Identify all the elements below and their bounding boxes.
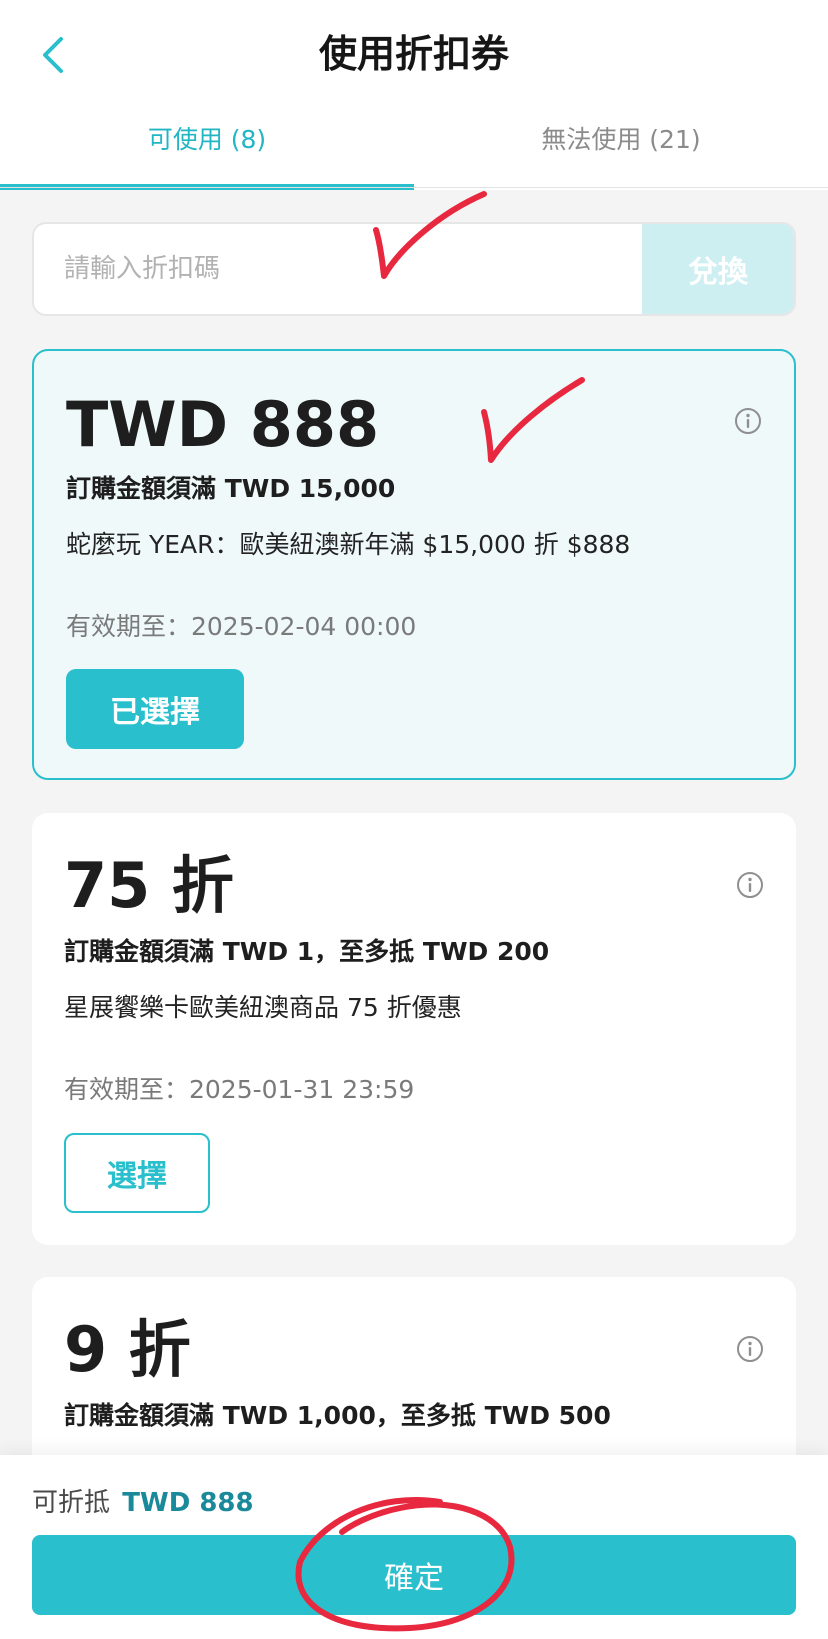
coupon-expiry: 有效期至：2025-01-31 23:59 bbox=[64, 1075, 415, 1104]
discount-code-input[interactable] bbox=[34, 224, 644, 314]
coupon-amount: 75 折 bbox=[64, 849, 234, 922]
redeem-code-box: 兌換 bbox=[32, 222, 796, 316]
select-button[interactable]: 選擇 bbox=[64, 1133, 210, 1213]
tab-unavailable[interactable]: 無法使用 (21) bbox=[414, 112, 828, 190]
divider bbox=[0, 187, 828, 188]
coupon-amount: 9 折 bbox=[64, 1313, 191, 1386]
coupon-description: 星展饗樂卡歐美紐澳商品 75 折優惠 bbox=[64, 993, 462, 1022]
discount-amount: TWD 888 bbox=[122, 1488, 254, 1518]
coupon-description: 蛇麼玩 YEAR：歐美紐澳新年滿 $15,000 折 $888 bbox=[66, 530, 631, 559]
coupon-card[interactable]: 75 折 訂購金額須滿 TWD 1，至多抵 TWD 200 星展饗樂卡歐美紐澳商… bbox=[32, 813, 796, 1245]
coupon-card[interactable]: TWD 888 訂購金額須滿 TWD 15,000 蛇麼玩 YEAR：歐美紐澳新… bbox=[32, 349, 796, 780]
coupon-amount: TWD 888 bbox=[66, 388, 380, 461]
page-title: 使用折扣券 bbox=[318, 32, 509, 76]
discount-summary: 可折抵 TWD 888 bbox=[32, 1485, 254, 1521]
info-icon[interactable] bbox=[736, 871, 764, 899]
info-icon[interactable] bbox=[734, 407, 762, 435]
info-icon[interactable] bbox=[736, 1335, 764, 1363]
coupon-condition: 訂購金額須滿 TWD 15,000 bbox=[66, 474, 396, 503]
confirm-button[interactable]: 確定 bbox=[32, 1535, 796, 1615]
redeem-button[interactable]: 兌換 bbox=[642, 224, 794, 314]
header: 使用折扣券 可使用 (8) 無法使用 (21) bbox=[0, 0, 828, 190]
discount-label: 可折抵 bbox=[32, 1488, 111, 1518]
footer-bar: 可折抵 TWD 888 確定 bbox=[0, 1455, 828, 1639]
coupon-condition: 訂購金額須滿 TWD 1，至多抵 TWD 200 bbox=[64, 937, 550, 966]
tab-bar: 可使用 (8) 無法使用 (21) bbox=[0, 112, 828, 190]
coupon-condition: 訂購金額須滿 TWD 1,000，至多抵 TWD 500 bbox=[64, 1401, 611, 1430]
tab-available[interactable]: 可使用 (8) bbox=[0, 112, 414, 190]
selected-button[interactable]: 已選擇 bbox=[66, 669, 244, 749]
coupon-expiry: 有效期至：2025-02-04 00:00 bbox=[66, 612, 417, 641]
